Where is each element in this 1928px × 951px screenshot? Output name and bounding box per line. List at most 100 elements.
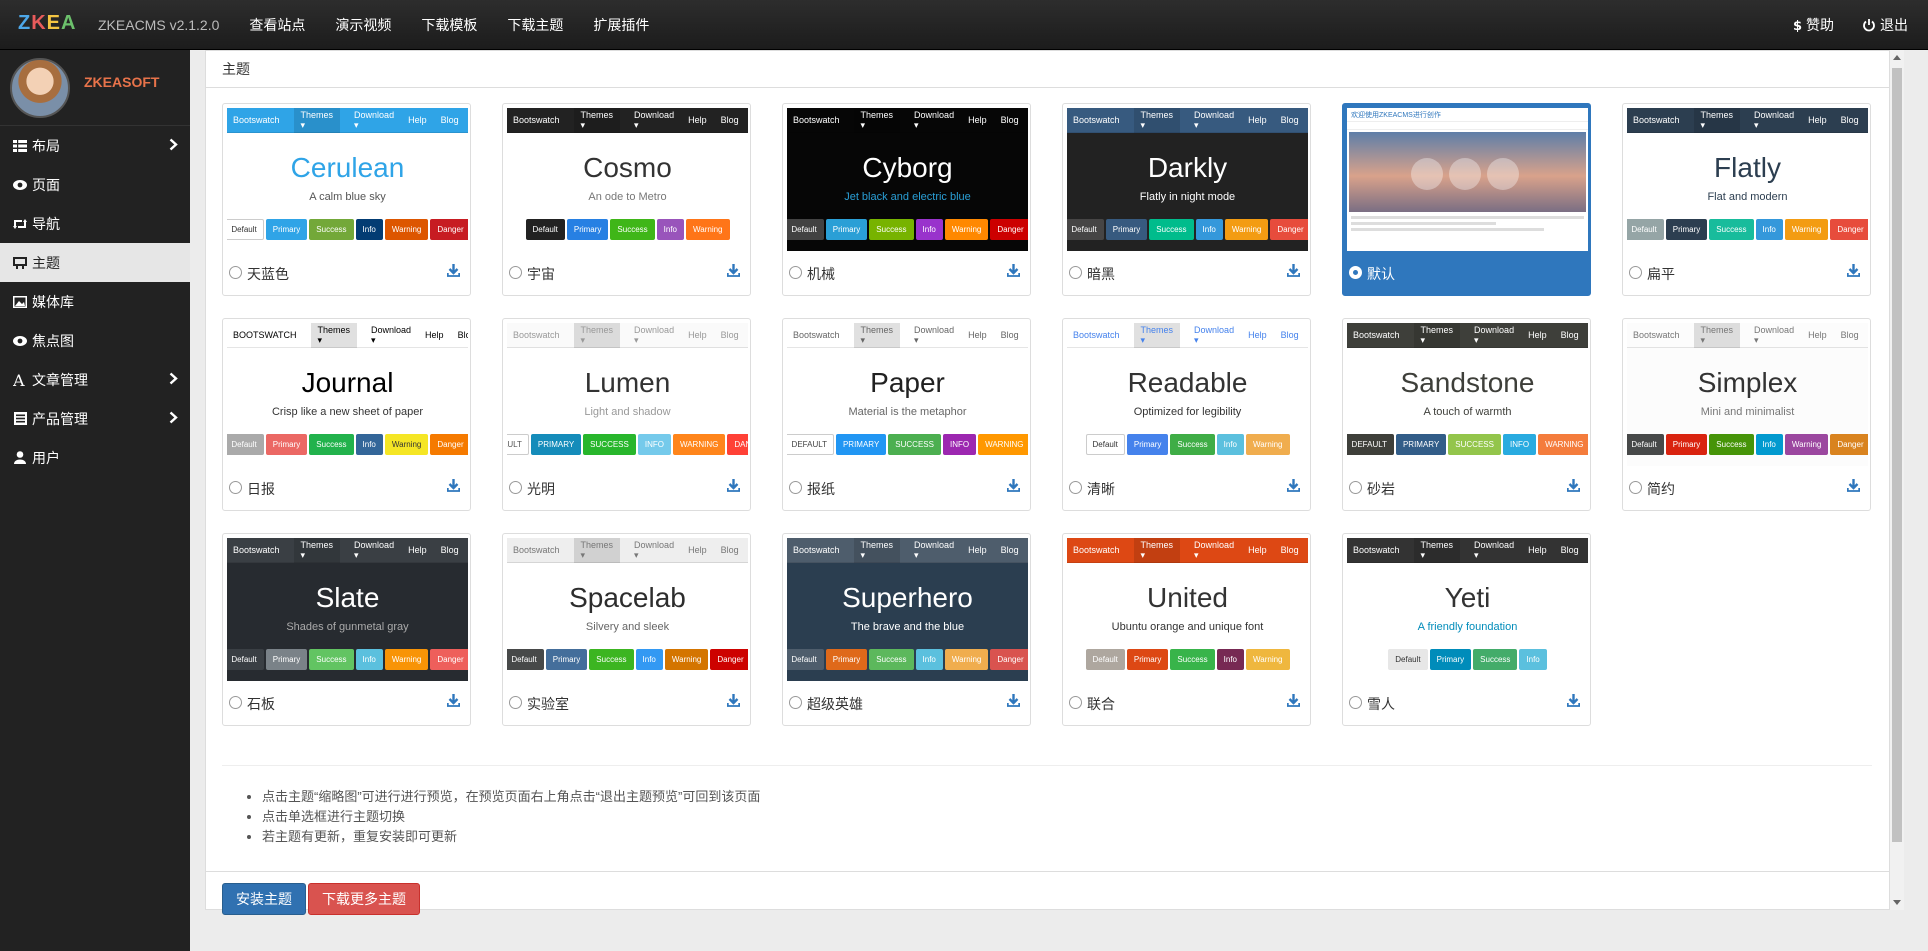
scroll-down-arrow[interactable] bbox=[1893, 900, 1901, 905]
theme-panel: 主题 Bootswatch Themes ▾ Download ▾ Help Blog C… bbox=[205, 50, 1891, 915]
theme-name: 清晰 bbox=[1087, 481, 1115, 497]
preview-title: United bbox=[1147, 582, 1228, 613]
dollar-icon: $ bbox=[1793, 19, 1802, 32]
theme-card-darkly: Bootswatch Themes ▾ Download ▾ Help Blog Dark… bbox=[1062, 103, 1311, 296]
nav-view-site[interactable]: 查看站点 bbox=[249, 15, 305, 35]
theme-thumbnail[interactable]: Bootswatch Themes ▾ Download ▾ Help Blog Slat… bbox=[227, 538, 468, 681]
theme-thumbnail[interactable]: Bootswatch Themes ▾ Download ▾ Help Blog Flat… bbox=[1627, 108, 1868, 251]
theme-thumbnail[interactable]: Bootswatch Themes ▾ Download ▾ Help Blog Read… bbox=[1067, 323, 1308, 466]
nav-plugins[interactable]: 扩展插件 bbox=[593, 15, 649, 35]
sidebar-item-5[interactable]: 焦点图 bbox=[0, 321, 190, 360]
theme-radio[interactable] bbox=[229, 481, 242, 494]
download-icon[interactable] bbox=[1286, 264, 1301, 280]
preview-subtitle: A friendly foundation bbox=[1417, 621, 1518, 633]
theme-thumbnail[interactable]: Bootswatch Themes ▾ Download ▾ Help Blog Lume… bbox=[507, 323, 748, 466]
download-icon[interactable] bbox=[726, 479, 741, 495]
download-icon[interactable] bbox=[1566, 694, 1581, 710]
theme-thumbnail[interactable]: BOOTSWATCHThemes ▾Download ▾HelpBlog Jour… bbox=[227, 323, 468, 466]
download-icon[interactable] bbox=[446, 264, 461, 280]
download-icon[interactable] bbox=[1286, 694, 1301, 710]
sidebar-item-4[interactable]: 媒体库 bbox=[0, 282, 190, 321]
sidebar-item-1[interactable]: 页面 bbox=[0, 165, 190, 204]
preview-button: Warning bbox=[1224, 219, 1269, 240]
theme-radio[interactable] bbox=[789, 266, 802, 279]
download-icon[interactable] bbox=[1006, 694, 1021, 710]
download-icon[interactable] bbox=[1286, 479, 1301, 495]
theme-thumbnail[interactable]: 欢迎使用ZKEACMS进行创作 bbox=[1347, 108, 1588, 251]
donate-link[interactable]: $ 赞助 bbox=[1792, 15, 1834, 35]
scrollbar-thumb[interactable] bbox=[1892, 68, 1902, 842]
theme-radio[interactable] bbox=[789, 481, 802, 494]
sidebar-item-0[interactable]: 布局 bbox=[0, 126, 190, 165]
theme-radio[interactable] bbox=[509, 481, 522, 494]
preview-title: Readable bbox=[1127, 367, 1248, 398]
theme-radio[interactable] bbox=[1629, 481, 1642, 494]
preview-button: Warning bbox=[1246, 434, 1290, 455]
theme-name: 日报 bbox=[247, 481, 275, 497]
sidebar-item-3[interactable]: 主题 bbox=[0, 243, 190, 282]
sidebar-item-8[interactable]: 用户 bbox=[0, 438, 190, 477]
download-icon[interactable] bbox=[446, 694, 461, 710]
logo[interactable]: ZKEA bbox=[18, 12, 76, 35]
sidebar-item-label: 主题 bbox=[32, 254, 60, 271]
sidebar-item-6[interactable]: A 文章管理 bbox=[0, 360, 190, 399]
download-more-themes-button[interactable]: 下载更多主题 bbox=[308, 883, 420, 915]
title-divider bbox=[206, 87, 1891, 88]
theme-radio[interactable] bbox=[1349, 696, 1362, 709]
preview-button: Info bbox=[915, 649, 943, 670]
theme-radio[interactable] bbox=[509, 696, 522, 709]
preview-button: Info bbox=[656, 219, 684, 240]
theme-thumbnail[interactable]: Bootswatch Themes ▾ Download ▾ Help Blog Pape… bbox=[787, 323, 1028, 466]
theme-radio[interactable] bbox=[1069, 266, 1082, 279]
eye-icon bbox=[12, 334, 28, 348]
theme-radio[interactable] bbox=[229, 696, 242, 709]
scrollbar[interactable] bbox=[1890, 50, 1904, 910]
download-icon[interactable] bbox=[1566, 479, 1581, 495]
download-icon[interactable] bbox=[1006, 264, 1021, 280]
download-icon[interactable] bbox=[446, 479, 461, 495]
theme-thumbnail[interactable]: Bootswatch Themes ▾ Download ▾ Help Blog Supe… bbox=[787, 538, 1028, 681]
theme-thumbnail[interactable]: Bootswatch Themes ▾ Download ▾ Help Blog Cybo… bbox=[787, 108, 1028, 251]
sidebar-item-7[interactable]: 产品管理 bbox=[0, 399, 190, 438]
theme-thumbnail[interactable]: Bootswatch Themes ▾ Download ▾ Help Blog Spac… bbox=[507, 538, 748, 681]
theme-thumbnail[interactable]: Bootswatch Themes ▾ Download ▾ Help Blog Cosm… bbox=[507, 108, 748, 251]
theme-name: 砂岩 bbox=[1367, 481, 1395, 497]
download-icon[interactable] bbox=[726, 264, 741, 280]
theme-thumbnail[interactable]: Bootswatch Themes ▾ Download ▾ Help Blog Yeti… bbox=[1347, 538, 1588, 681]
theme-thumbnail[interactable]: Bootswatch Themes ▾ Download ▾ Help Blog Simp… bbox=[1627, 323, 1868, 466]
sidebar-menu: 布局 页面 导航主题媒体库 焦点图 A 文章管理 产品管理 用户 bbox=[0, 126, 190, 477]
blackboard-icon bbox=[12, 256, 28, 270]
nav-download-themes[interactable]: 下载主题 bbox=[507, 15, 563, 35]
theme-thumbnail[interactable]: Bootswatch Themes ▾ Download ▾ Help Blog Unit… bbox=[1067, 538, 1308, 681]
theme-thumbnail[interactable]: Bootswatch Themes ▾ Download ▾ Help Blog Sand… bbox=[1347, 323, 1588, 466]
theme-radio[interactable] bbox=[1069, 696, 1082, 709]
theme-radio[interactable] bbox=[1349, 266, 1362, 279]
theme-card-footer: 实验室 bbox=[503, 684, 750, 724]
picture-icon bbox=[12, 295, 28, 309]
theme-radio[interactable] bbox=[1349, 481, 1362, 494]
download-icon[interactable] bbox=[1846, 479, 1861, 495]
preview-navbar: Bootswatch Themes ▾ Download ▾ Help Blog bbox=[1067, 538, 1308, 563]
install-theme-button[interactable]: 安装主题 bbox=[222, 883, 306, 915]
download-icon[interactable] bbox=[726, 694, 741, 710]
download-icon[interactable] bbox=[1006, 479, 1021, 495]
theme-card-sandstone: Bootswatch Themes ▾ Download ▾ Help Blog Sand… bbox=[1342, 318, 1591, 511]
theme-radio[interactable] bbox=[1069, 481, 1082, 494]
download-icon[interactable] bbox=[1846, 264, 1861, 280]
theme-name: 默认 bbox=[1367, 266, 1395, 282]
theme-thumbnail[interactable]: Bootswatch Themes ▾ Download ▾ Help Blog Ceru… bbox=[227, 108, 468, 251]
preview-navbar: Bootswatch Themes ▾ Download ▾ Help Blog bbox=[227, 108, 468, 133]
theme-radio[interactable] bbox=[229, 266, 242, 279]
theme-radio[interactable] bbox=[1629, 266, 1642, 279]
nav-download-templates[interactable]: 下载模板 bbox=[421, 15, 477, 35]
preview-button: Warning bbox=[664, 649, 709, 670]
preview-buttons: Default Primary Success Info Warning Danger bbox=[1627, 434, 1868, 455]
sidebar-item-2[interactable]: 导航 bbox=[0, 204, 190, 243]
theme-radio[interactable] bbox=[789, 696, 802, 709]
theme-thumbnail[interactable]: Bootswatch Themes ▾ Download ▾ Help Blog Dark… bbox=[1067, 108, 1308, 251]
nav-demo-video[interactable]: 演示视频 bbox=[335, 15, 391, 35]
top-nav: ZKEACMS v2.1.2.0 查看站点 演示视频 下载模板 下载主题 扩展插… bbox=[98, 0, 679, 50]
scroll-up-arrow[interactable] bbox=[1893, 55, 1901, 60]
theme-radio[interactable] bbox=[509, 266, 522, 279]
logout-link[interactable]: 退出 bbox=[1862, 15, 1908, 35]
